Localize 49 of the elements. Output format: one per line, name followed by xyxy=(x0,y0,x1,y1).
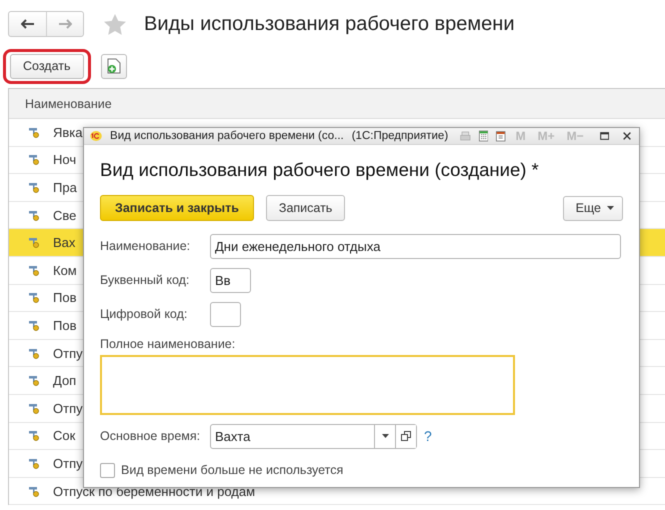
bar-dot-icon xyxy=(29,486,41,497)
open-button[interactable] xyxy=(395,424,416,448)
bar-dot-icon xyxy=(29,458,41,469)
page-title: Виды использования рабочего времени xyxy=(144,12,515,36)
field-label: Цифровой код: xyxy=(100,307,188,321)
star-icon[interactable] xyxy=(104,14,126,34)
column-header: Наименование xyxy=(25,96,112,110)
save-button[interactable]: Записать xyxy=(266,195,346,221)
maximize-icon[interactable] xyxy=(600,130,609,142)
checkbox-label: Вид времени больше не используется xyxy=(121,463,344,477)
bar-dot-icon xyxy=(29,320,41,331)
bar-dot-icon xyxy=(29,430,41,442)
window-title: Вид использования рабочего времени (со... xyxy=(110,130,344,142)
bar-dot-icon xyxy=(29,210,41,221)
help-link[interactable]: ? xyxy=(424,428,432,444)
bar-dot-icon xyxy=(29,154,41,166)
full-name-field[interactable] xyxy=(100,355,515,415)
caret-icon xyxy=(607,206,614,210)
app-name: (1С:Предприятие) xyxy=(352,130,448,142)
arrow-right-icon xyxy=(58,19,72,29)
logo-icon xyxy=(90,128,102,144)
field-label: Буквенный код: xyxy=(100,273,190,287)
digit-code-field[interactable] xyxy=(210,302,241,326)
arrow-left-icon xyxy=(20,19,34,29)
field-label: Наименование: xyxy=(100,239,192,253)
copy-button[interactable] xyxy=(100,54,127,78)
create-button[interactable]: Создать xyxy=(10,54,84,78)
close-icon[interactable] xyxy=(622,130,631,142)
field-label: Основное время: xyxy=(100,429,202,443)
bar-dot-icon xyxy=(29,126,41,138)
unused-checkbox[interactable] xyxy=(100,462,115,478)
document-plus-icon xyxy=(106,58,121,74)
more-button[interactable]: Еще xyxy=(562,196,623,220)
bar-dot-icon xyxy=(29,402,41,414)
field-label: Полное наименование: xyxy=(100,337,236,351)
bar-dot-icon xyxy=(29,237,41,248)
main-time-field[interactable]: Вахта xyxy=(210,424,417,448)
caret-icon xyxy=(382,434,388,438)
bar-dot-icon xyxy=(29,375,41,386)
bar-dot-icon xyxy=(29,264,41,276)
calculator-icon[interactable] xyxy=(478,128,488,144)
bar-dot-icon xyxy=(29,182,41,193)
bar-dot-icon xyxy=(29,292,41,304)
save-close-button[interactable]: Записать и закрыть xyxy=(100,195,254,221)
windows-icon xyxy=(401,431,411,441)
letter-code-field[interactable]: Вв xyxy=(210,268,251,292)
bar-dot-icon xyxy=(29,348,41,359)
form-heading: Вид использования рабочего времени (создание) * xyxy=(100,159,540,181)
name-field[interactable]: Дни еженедельного отдыха xyxy=(210,234,621,258)
